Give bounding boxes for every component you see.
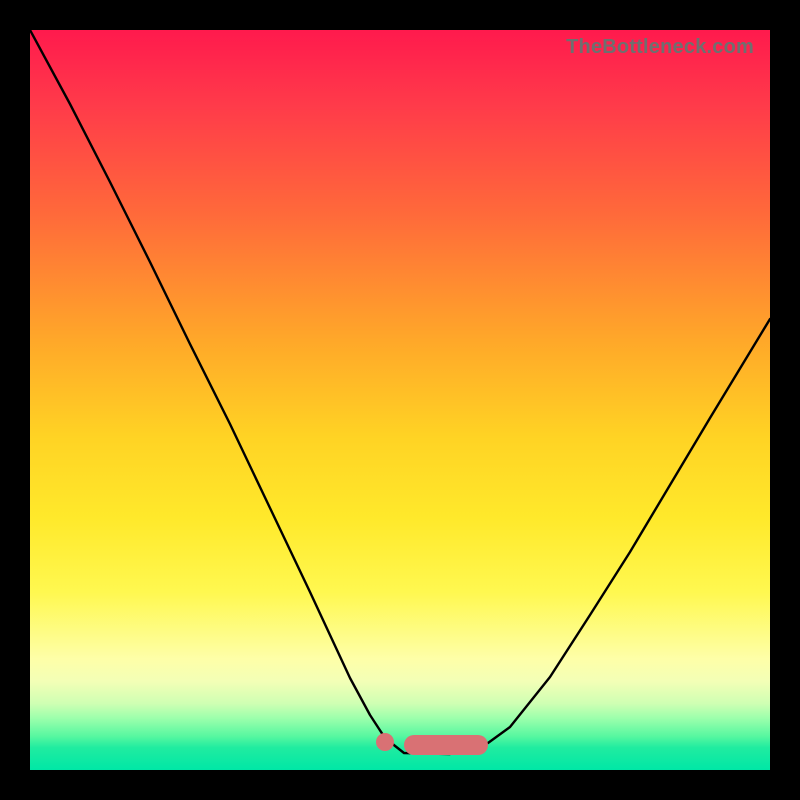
curve-path <box>30 30 770 754</box>
optimal-start-dot <box>376 733 394 751</box>
watermark-label: TheBottleneck.com <box>566 36 754 59</box>
optimal-range-track <box>404 735 488 755</box>
bottleneck-curve <box>30 30 770 770</box>
chart-frame: TheBottleneck.com <box>30 30 770 770</box>
